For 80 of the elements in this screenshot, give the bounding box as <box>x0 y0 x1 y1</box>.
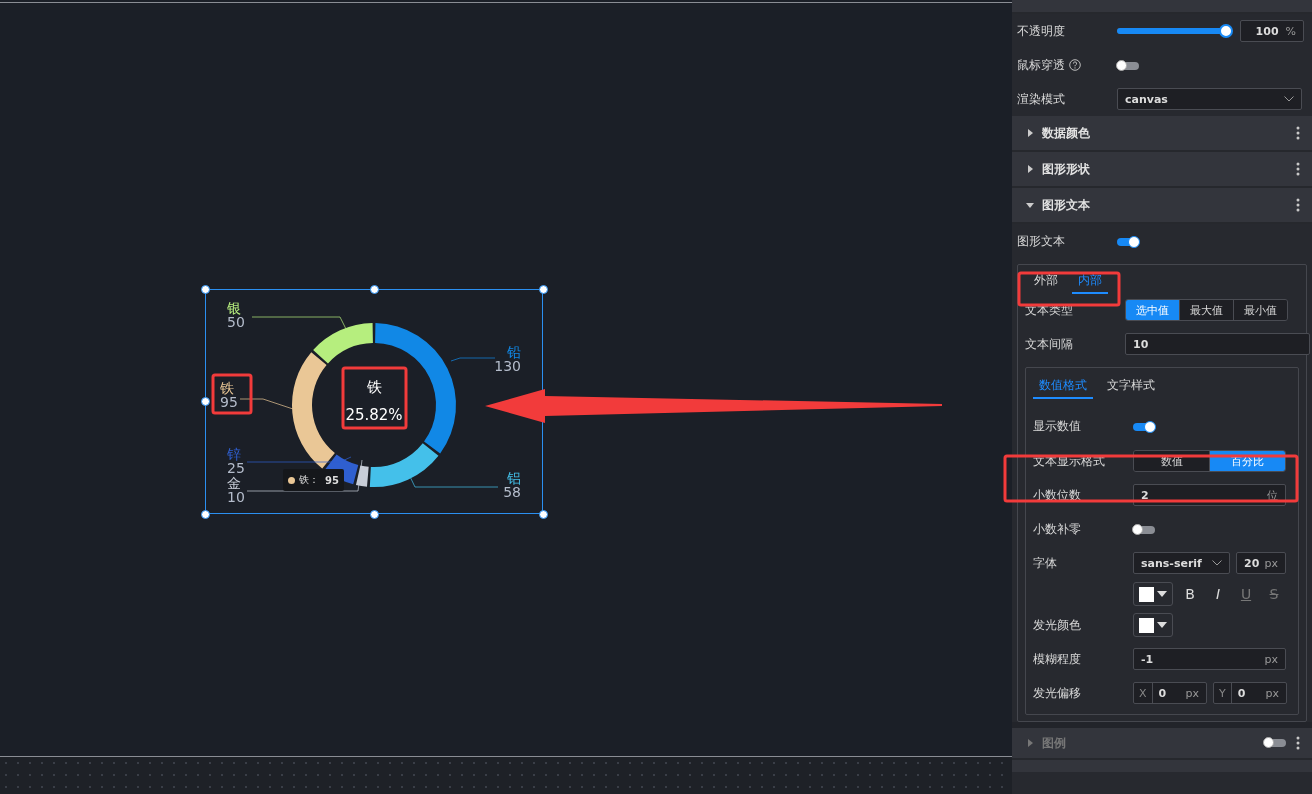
text-style-button[interactable]: B <box>1179 586 1201 602</box>
slice-value: 130 <box>494 358 521 374</box>
slice-name: 铅 <box>507 344 521 360</box>
color-picker[interactable] <box>1133 582 1173 606</box>
more-icon[interactable] <box>1296 198 1300 212</box>
tab[interactable]: 数值格式 <box>1033 377 1093 399</box>
donut-chart[interactable]: 铅 130 铝 58 金 10 锌 25 铁 95 银 50 铁 25.82% 铁： 95 <box>205 289 543 514</box>
tooltip-label: 铁： <box>299 473 319 487</box>
field-label: 渲染模式 <box>1017 90 1066 108</box>
section-title: 图例 <box>1042 734 1066 752</box>
slice-value: 10 <box>227 489 245 505</box>
center-percent: 25.82% <box>345 406 403 424</box>
highlight-frame <box>341 366 408 430</box>
resize-handle[interactable] <box>539 510 548 519</box>
resize-handle[interactable] <box>201 510 210 519</box>
section-header[interactable]: 数据颜色 <box>1012 116 1312 152</box>
leader-line <box>239 398 294 410</box>
tab[interactable]: 文字样式 <box>1105 377 1157 399</box>
slice-value: 58 <box>503 484 521 500</box>
more-icon[interactable] <box>1296 126 1300 140</box>
field-label: 图形文本 <box>1017 232 1066 250</box>
toggle-switch[interactable] <box>1133 422 1155 431</box>
more-icon[interactable] <box>1296 162 1300 176</box>
slice-value: 25 <box>227 460 245 476</box>
opacity-input[interactable]: 100 % <box>1240 20 1304 42</box>
opacity-slider[interactable] <box>1117 24 1234 38</box>
field-label: 小数补零 <box>1033 520 1082 538</box>
render-mode-select[interactable]: canvas <box>1117 88 1302 110</box>
offset-x-input[interactable]: X 0 px <box>1133 682 1207 704</box>
help-icon[interactable] <box>1069 59 1081 71</box>
resize-handle[interactable] <box>201 285 210 294</box>
slice-value: 50 <box>227 314 245 330</box>
slice-name: 铝 <box>507 470 521 486</box>
donut-slice[interactable] <box>292 352 335 469</box>
resize-handle[interactable] <box>370 510 379 519</box>
leader-line <box>450 357 496 362</box>
section-title: 数据颜色 <box>1042 124 1090 142</box>
section-title: 图形形状 <box>1042 160 1090 178</box>
slice-name: 银 <box>227 300 241 316</box>
tab[interactable]: 内部 <box>1072 272 1108 294</box>
text-style-button[interactable]: I <box>1207 586 1229 602</box>
segment-option[interactable]: 选中值 <box>1126 300 1179 320</box>
field-label: 文本间隔 <box>1025 335 1074 353</box>
section-title: 图形文本 <box>1042 196 1090 214</box>
text-spacing-input[interactable]: 10 <box>1125 333 1310 355</box>
slice-value: 95 <box>220 394 238 410</box>
toggle-switch[interactable] <box>1117 237 1139 246</box>
donut-slice[interactable] <box>369 443 439 487</box>
chevron-down-icon <box>1212 560 1222 566</box>
segment-option[interactable]: 最小值 <box>1233 300 1287 320</box>
field-label: 小数位数 <box>1033 486 1082 504</box>
resize-handle[interactable] <box>201 397 210 406</box>
tooltip-value: 95 <box>325 474 339 486</box>
offset-y-input[interactable]: Y 0 px <box>1213 682 1287 704</box>
chevron-down-icon <box>1284 96 1294 102</box>
blur-input[interactable]: -1 px <box>1133 648 1286 670</box>
highlight-frame <box>211 373 253 415</box>
toggle-switch[interactable] <box>1133 525 1155 534</box>
font-family-select[interactable]: sans-serif <box>1133 552 1230 574</box>
field-label: 不透明度 <box>1017 22 1066 40</box>
color-picker[interactable] <box>1133 613 1173 637</box>
font-size-input[interactable]: 20 px <box>1236 552 1286 574</box>
resize-handle[interactable] <box>539 285 548 294</box>
donut-slice[interactable] <box>313 323 373 364</box>
slice-name: 金 <box>227 475 241 491</box>
tab[interactable]: 外部 <box>1032 272 1060 294</box>
slice-name: 锌 <box>227 446 241 462</box>
resize-handle[interactable] <box>370 285 379 294</box>
field-label: 鼠标穿透 <box>1017 56 1065 74</box>
slice-name: 铁 <box>220 380 234 396</box>
center-name: 铁 <box>366 378 382 396</box>
section-header[interactable]: 图形形状 <box>1012 152 1312 188</box>
field-label: 发光颜色 <box>1033 616 1082 634</box>
field-label: 字体 <box>1033 554 1058 572</box>
field-label: 发光偏移 <box>1033 684 1082 702</box>
section-header[interactable]: 图形文本 <box>1012 188 1312 224</box>
field-label: 显示数值 <box>1033 417 1082 435</box>
segment-option[interactable]: 最大值 <box>1179 300 1233 320</box>
field-label: 模糊程度 <box>1033 650 1082 668</box>
toggle-switch[interactable] <box>1117 61 1139 70</box>
